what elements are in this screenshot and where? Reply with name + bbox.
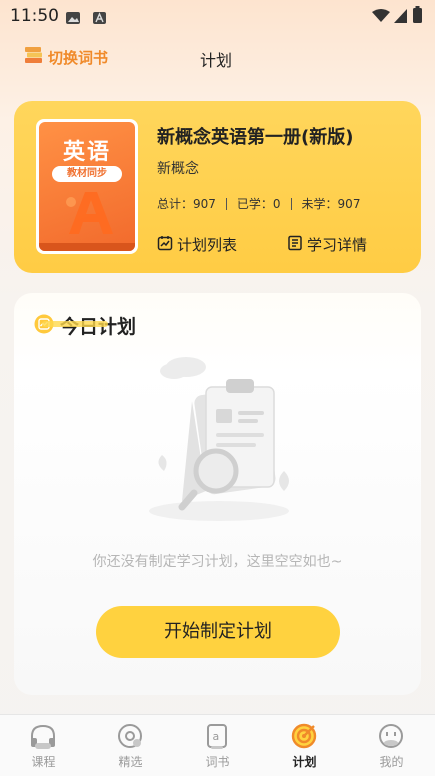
nav-item-plan[interactable]: 计划 — [261, 715, 348, 776]
signal-icon — [394, 8, 407, 27]
disc-icon — [115, 721, 145, 755]
svg-text:a: a — [213, 730, 220, 743]
empty-state-text: 你还没有制定学习计划，这里空空如也~ — [92, 554, 343, 570]
bottom-nav: 课程 精选 a 词书 计划 我的 — [0, 714, 435, 776]
app-notification-icon — [93, 9, 106, 28]
status-bar: 11:50 — [0, 0, 435, 30]
nav-item-profile[interactable]: 我的 — [348, 715, 435, 776]
nav-item-courses[interactable]: 课程 — [0, 715, 87, 776]
nav-item-featured[interactable]: 精选 — [87, 715, 174, 776]
nav-label: 词书 — [205, 755, 230, 769]
nav-label: 精选 — [118, 755, 143, 769]
book-card[interactable]: 英语 教材同步 新概念英语第一册(新版) 新概念 总计：907 已学：0 未学：… — [14, 101, 421, 273]
nav-label: 课程 — [31, 755, 56, 769]
divider — [290, 197, 292, 210]
cover-title: 英语 — [62, 140, 111, 165]
chart-icon — [157, 235, 173, 255]
study-detail-label: 学习详情 — [307, 236, 368, 254]
target-icon — [289, 721, 319, 755]
cover-letter-art — [61, 188, 117, 240]
book-stats: 总计：907 已学：0 未学：907 — [157, 195, 360, 212]
wifi-icon — [372, 8, 390, 27]
divider — [225, 197, 227, 210]
switch-book-label: 切换词书 — [48, 48, 109, 67]
nav-label: 计划 — [292, 755, 317, 769]
stat-learned: 已学：0 — [236, 197, 281, 211]
book-links: 计划列表 学习详情 — [157, 234, 367, 255]
document-icon — [287, 235, 303, 255]
book-publisher: 新概念 — [157, 161, 199, 177]
switch-book-button[interactable]: 切换词书 — [24, 46, 108, 68]
book-icon: a — [202, 721, 232, 755]
nav-label: 我的 — [379, 755, 404, 769]
cover-spine — [39, 243, 135, 251]
stat-total: 总计：907 — [157, 197, 216, 211]
stat-unlearned: 未学：907 — [301, 197, 361, 211]
book-cover: 英语 教材同步 — [36, 119, 138, 254]
books-icon — [24, 46, 44, 68]
headphones-icon — [28, 721, 58, 755]
cover-tag: 教材同步 — [52, 166, 122, 182]
title-underline — [42, 321, 108, 327]
today-plan-card: 今日计划 你还没有制定学习计划，这里空空如也~ 开始制定计划 — [14, 293, 421, 695]
battery-icon — [413, 6, 422, 27]
page-title: 计划 — [200, 51, 233, 70]
image-icon — [66, 9, 80, 28]
nav-item-wordbooks[interactable]: a 词书 — [174, 715, 261, 776]
plan-list-button[interactable]: 计划列表 — [157, 234, 237, 255]
book-title: 新概念英语第一册(新版) — [157, 127, 354, 148]
plan-list-label: 计划列表 — [177, 236, 238, 254]
empty-clipboard-illustration — [134, 351, 304, 535]
start-plan-button[interactable]: 开始制定计划 — [96, 606, 340, 658]
face-icon — [376, 721, 406, 755]
study-detail-button[interactable]: 学习详情 — [287, 234, 367, 255]
header: 切换词书 计划 — [0, 38, 435, 74]
status-time: 11:50 — [10, 6, 59, 26]
